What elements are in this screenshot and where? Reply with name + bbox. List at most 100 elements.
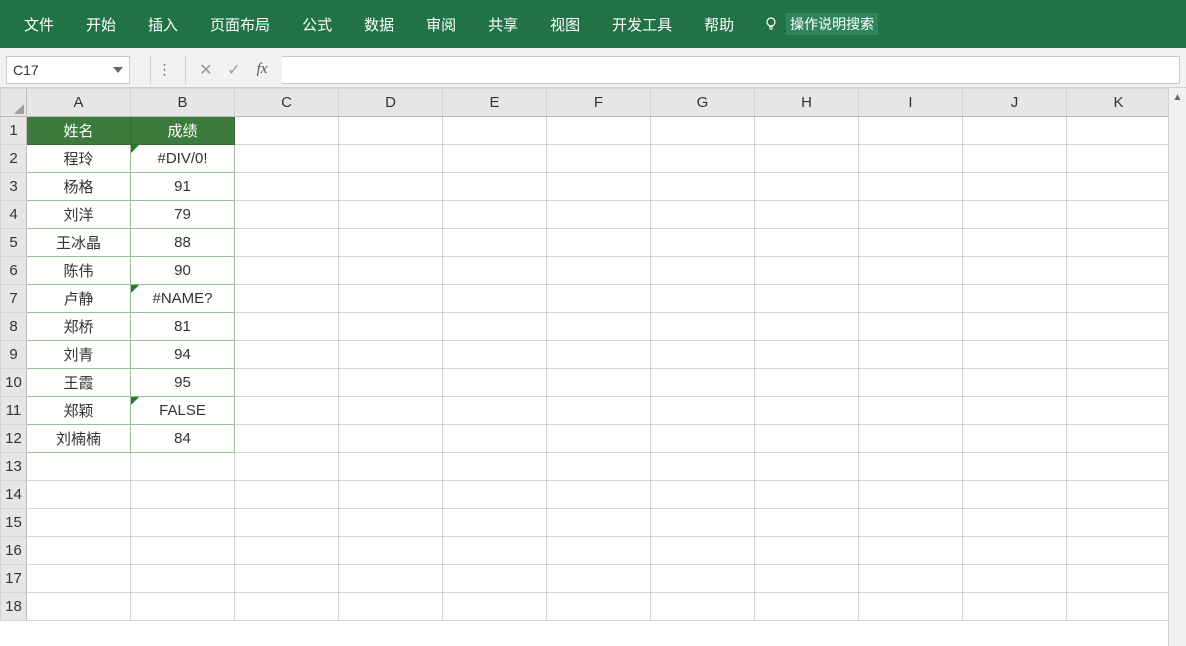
cell-G7[interactable] (651, 285, 755, 313)
cell-J13[interactable] (963, 453, 1067, 481)
cell-E3[interactable] (443, 173, 547, 201)
row-header-16[interactable]: 16 (1, 537, 27, 565)
cell-E7[interactable] (443, 285, 547, 313)
cell-D6[interactable] (339, 257, 443, 285)
row-header-1[interactable]: 1 (1, 117, 27, 145)
cell-E11[interactable] (443, 397, 547, 425)
cell-K10[interactable] (1067, 369, 1171, 397)
cell-F5[interactable] (547, 229, 651, 257)
cell-D4[interactable] (339, 201, 443, 229)
cell-A3[interactable]: 杨格 (27, 173, 131, 201)
cell-H12[interactable] (755, 425, 859, 453)
cell-E1[interactable] (443, 117, 547, 145)
cell-A7[interactable]: 卢静 (27, 285, 131, 313)
cell-H6[interactable] (755, 257, 859, 285)
cell-H1[interactable] (755, 117, 859, 145)
cell-J15[interactable] (963, 509, 1067, 537)
cell-I14[interactable] (859, 481, 963, 509)
cell-F9[interactable] (547, 341, 651, 369)
cell-D9[interactable] (339, 341, 443, 369)
tell-me-search[interactable]: 操作说明搜索 (756, 10, 884, 38)
column-header-J[interactable]: J (963, 89, 1067, 117)
cell-B10[interactable]: 95 (131, 369, 235, 397)
cell-D10[interactable] (339, 369, 443, 397)
cell-C11[interactable] (235, 397, 339, 425)
cell-F13[interactable] (547, 453, 651, 481)
row-header-3[interactable]: 3 (1, 173, 27, 201)
tab-share[interactable]: 共享 (472, 0, 534, 48)
row-header-4[interactable]: 4 (1, 201, 27, 229)
cell-G6[interactable] (651, 257, 755, 285)
cell-K15[interactable] (1067, 509, 1171, 537)
row-header-14[interactable]: 14 (1, 481, 27, 509)
cell-D7[interactable] (339, 285, 443, 313)
cell-C3[interactable] (235, 173, 339, 201)
cell-A18[interactable] (27, 593, 131, 621)
cell-F11[interactable] (547, 397, 651, 425)
cell-E15[interactable] (443, 509, 547, 537)
cell-K2[interactable] (1067, 145, 1171, 173)
cell-H18[interactable] (755, 593, 859, 621)
cell-K12[interactable] (1067, 425, 1171, 453)
cell-A17[interactable] (27, 565, 131, 593)
vertical-scrollbar[interactable]: ▲ (1168, 88, 1186, 646)
row-header-10[interactable]: 10 (1, 369, 27, 397)
cell-G8[interactable] (651, 313, 755, 341)
cell-D15[interactable] (339, 509, 443, 537)
cell-J1[interactable] (963, 117, 1067, 145)
cell-G5[interactable] (651, 229, 755, 257)
cell-I12[interactable] (859, 425, 963, 453)
cell-K8[interactable] (1067, 313, 1171, 341)
cell-D11[interactable] (339, 397, 443, 425)
cell-F10[interactable] (547, 369, 651, 397)
cell-J11[interactable] (963, 397, 1067, 425)
cell-J4[interactable] (963, 201, 1067, 229)
cell-E4[interactable] (443, 201, 547, 229)
cell-H8[interactable] (755, 313, 859, 341)
row-header-6[interactable]: 6 (1, 257, 27, 285)
row-header-11[interactable]: 11 (1, 397, 27, 425)
tab-review[interactable]: 审阅 (410, 0, 472, 48)
cell-B6[interactable]: 90 (131, 257, 235, 285)
cell-E5[interactable] (443, 229, 547, 257)
cell-G18[interactable] (651, 593, 755, 621)
cell-K5[interactable] (1067, 229, 1171, 257)
cell-G2[interactable] (651, 145, 755, 173)
cell-F16[interactable] (547, 537, 651, 565)
cell-H11[interactable] (755, 397, 859, 425)
row-header-15[interactable]: 15 (1, 509, 27, 537)
cell-H13[interactable] (755, 453, 859, 481)
drag-handle-icon[interactable]: ⋮ (157, 56, 173, 84)
cell-K14[interactable] (1067, 481, 1171, 509)
cell-D13[interactable] (339, 453, 443, 481)
cell-F3[interactable] (547, 173, 651, 201)
cell-C2[interactable] (235, 145, 339, 173)
cell-E9[interactable] (443, 341, 547, 369)
cell-B3[interactable]: 91 (131, 173, 235, 201)
cell-G1[interactable] (651, 117, 755, 145)
cell-H16[interactable] (755, 537, 859, 565)
column-header-D[interactable]: D (339, 89, 443, 117)
cell-J17[interactable] (963, 565, 1067, 593)
cell-C6[interactable] (235, 257, 339, 285)
cell-D2[interactable] (339, 145, 443, 173)
cell-D1[interactable] (339, 117, 443, 145)
cell-F2[interactable] (547, 145, 651, 173)
cell-B17[interactable] (131, 565, 235, 593)
name-box[interactable]: C17 (6, 56, 130, 84)
row-header-9[interactable]: 9 (1, 341, 27, 369)
cell-B15[interactable] (131, 509, 235, 537)
cell-F6[interactable] (547, 257, 651, 285)
cell-H2[interactable] (755, 145, 859, 173)
cell-K3[interactable] (1067, 173, 1171, 201)
cell-I8[interactable] (859, 313, 963, 341)
cell-K18[interactable] (1067, 593, 1171, 621)
fx-button[interactable]: fx (248, 56, 276, 84)
cell-B1[interactable]: 成绩 (131, 117, 235, 145)
cell-F4[interactable] (547, 201, 651, 229)
cell-E12[interactable] (443, 425, 547, 453)
cell-G11[interactable] (651, 397, 755, 425)
cell-H7[interactable] (755, 285, 859, 313)
row-header-8[interactable]: 8 (1, 313, 27, 341)
cell-B9[interactable]: 94 (131, 341, 235, 369)
